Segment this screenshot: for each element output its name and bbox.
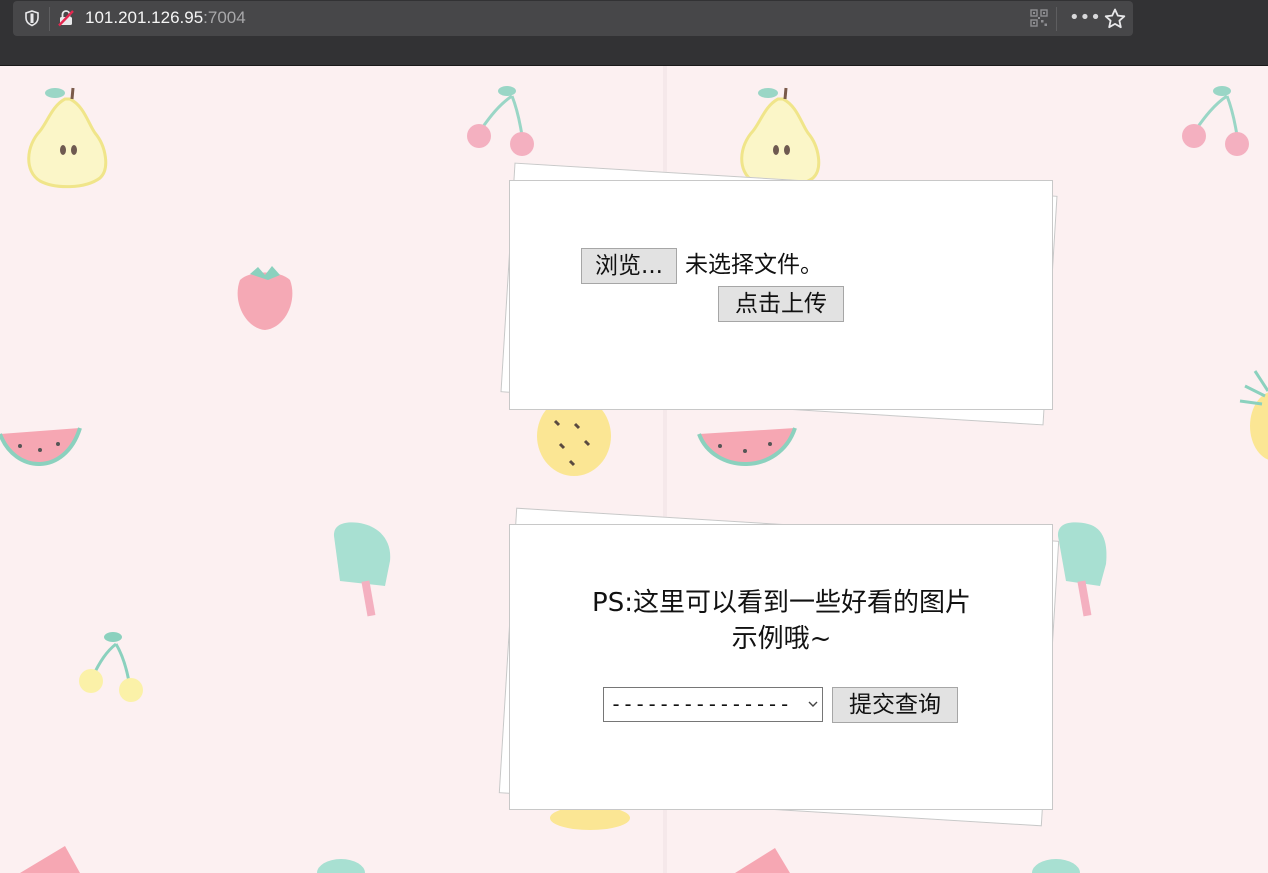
image-select-value: ---------------	[610, 692, 791, 716]
cherry-icon	[467, 86, 534, 156]
url-text[interactable]: 101.201.126.95:7004	[85, 8, 246, 28]
popsicle-icon	[317, 859, 365, 873]
strawberry-icon	[237, 266, 293, 330]
popsicle-icon	[1057, 522, 1107, 617]
shield-icon[interactable]	[23, 9, 41, 27]
insecure-lock-icon[interactable]	[57, 9, 75, 27]
query-card: PS:这里可以看到一些好看的图片 示例哦~ --------------- 提交…	[509, 524, 1053, 810]
upload-card: 浏览... 未选择文件。 点击上传	[509, 180, 1053, 410]
watermelon-icon	[20, 846, 80, 873]
qr-code-icon[interactable]	[1030, 9, 1048, 27]
cherry-icon	[79, 632, 143, 702]
more-icon[interactable]: •••	[1069, 7, 1101, 29]
pineapple-icon	[1239, 370, 1268, 460]
file-status-text: 未选择文件。	[685, 252, 823, 278]
urlbar-separator	[1056, 7, 1057, 31]
pear-icon	[740, 87, 821, 189]
ps-hint-line-1: PS:这里可以看到一些好看的图片	[592, 588, 971, 618]
submit-query-button[interactable]: 提交查询	[832, 687, 958, 723]
watermelon-icon	[697, 427, 797, 466]
upload-button[interactable]: 点击上传	[718, 286, 844, 322]
browse-button[interactable]: 浏览...	[581, 248, 677, 284]
image-select[interactable]: ---------------	[603, 687, 823, 722]
pear-icon	[27, 87, 108, 189]
url-port: :7004	[203, 8, 246, 27]
address-bar[interactable]: 101.201.126.95:7004 •••	[13, 1, 1133, 36]
watermelon-icon	[0, 427, 82, 466]
watermelon-icon	[735, 848, 790, 873]
cherry-icon	[1182, 86, 1249, 156]
ps-hint-text: PS:这里可以看到一些好看的图片 示例哦~	[510, 585, 1053, 657]
browser-toolbar: 101.201.126.95:7004 •••	[0, 0, 1268, 66]
url-host: 101.201.126.95	[85, 8, 204, 27]
ps-hint-line-2: 示例哦~	[731, 624, 832, 654]
chevron-down-icon	[808, 701, 818, 707]
star-icon[interactable]	[1103, 7, 1127, 31]
page-background: 浏览... 未选择文件。 点击上传 PS:这里可以看到一些好看的图片 示例哦~ …	[0, 66, 1268, 873]
popsicle-icon	[1032, 859, 1080, 873]
popsicle-icon	[333, 522, 391, 617]
urlbar-separator	[49, 7, 50, 31]
